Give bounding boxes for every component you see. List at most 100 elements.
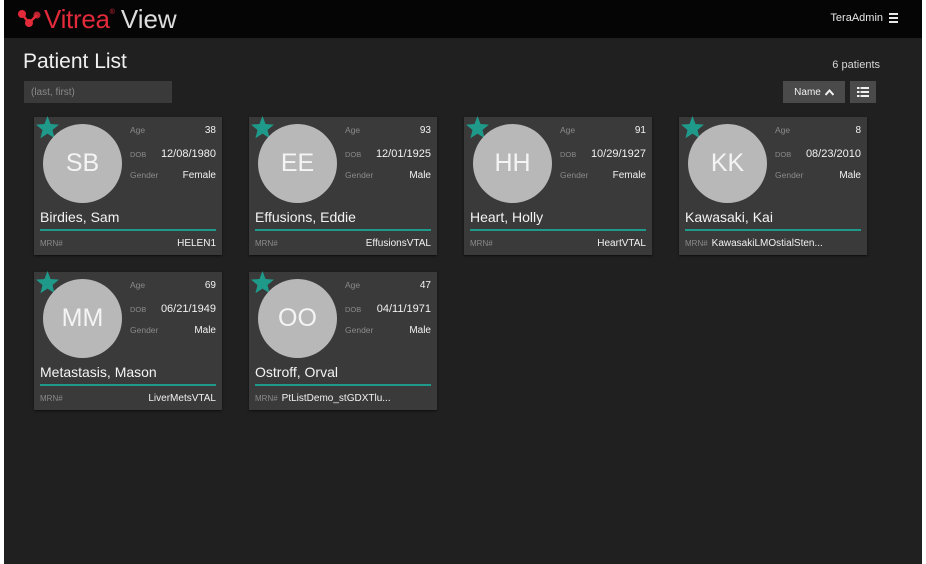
- mrn-label: MRN#: [470, 238, 493, 248]
- gender-value: Female: [612, 170, 646, 181]
- dob-value: 12/01/1925: [375, 148, 431, 160]
- patient-card[interactable]: KK Age 8 DOB 08/23/2010 Gender Male Kawasak…: [679, 116, 867, 255]
- age-label: Age: [560, 125, 576, 135]
- top-bar: Vitrea ® View TeraAdmin: [4, 0, 922, 38]
- logo-wordmark-secondary: View: [120, 3, 177, 34]
- patient-name: Effusions, Eddie: [255, 209, 356, 225]
- dob-label: DOB: [560, 150, 577, 159]
- dob-value: 12/08/1980: [160, 148, 216, 160]
- list-view-icon: [857, 87, 869, 97]
- app-window: Vitrea ® View TeraAdmin Patient List 6 p…: [4, 0, 922, 564]
- mrn-row: MRN# HeartVTAL: [470, 235, 646, 251]
- patient-count: 6 patients: [832, 59, 880, 71]
- vitrea-logo-mark-icon: [16, 6, 42, 32]
- gender-value: Male: [409, 325, 431, 336]
- dob-label: DOB: [130, 305, 147, 314]
- avatar: OO: [258, 279, 337, 358]
- gender-row: Gender Male: [345, 170, 431, 181]
- mrn-value: HeartVTAL: [597, 237, 646, 249]
- gender-row: Gender Male: [775, 170, 861, 181]
- gender-row: Gender Female: [560, 170, 646, 181]
- gender-label: Gender: [130, 325, 159, 335]
- name-divider: [255, 384, 431, 386]
- patient-card[interactable]: EE Age 93 DOB 12/01/1925 Gender Male Effusi…: [249, 116, 437, 255]
- patient-card[interactable]: OO Age 47 DOB 04/11/1971 Gender Male Ostrof…: [249, 271, 437, 410]
- age-row: Age 93: [345, 125, 431, 136]
- age-row: Age 38: [130, 125, 216, 136]
- gender-label: Gender: [560, 170, 589, 180]
- age-value: 93: [419, 125, 431, 136]
- mrn-label: MRN#: [255, 393, 278, 403]
- age-label: Age: [130, 280, 146, 290]
- age-row: Age 69: [130, 280, 216, 291]
- dob-label: DOB: [345, 150, 362, 159]
- age-label: Age: [345, 280, 361, 290]
- mrn-label: MRN#: [255, 238, 278, 248]
- name-divider: [255, 229, 431, 231]
- avatar: MM: [43, 279, 122, 358]
- age-row: Age 91: [560, 125, 646, 136]
- dob-value: 08/23/2010: [805, 148, 861, 160]
- mrn-label: MRN#: [40, 238, 63, 248]
- gender-row: Gender Female: [130, 170, 216, 181]
- name-divider: [685, 229, 861, 231]
- patient-name: Heart, Holly: [470, 209, 544, 225]
- gender-value: Male: [194, 325, 216, 336]
- gender-row: Gender Male: [345, 325, 431, 336]
- mrn-value: HELEN1: [177, 237, 216, 249]
- age-value: 38: [204, 125, 216, 136]
- dob-row: DOB 08/23/2010: [775, 148, 861, 160]
- sort-label: Name: [794, 86, 821, 98]
- sort-by-name-button[interactable]: Name: [783, 81, 845, 103]
- dob-label: DOB: [130, 150, 147, 159]
- gender-label: Gender: [130, 170, 159, 180]
- dob-value: 06/21/1949: [160, 303, 216, 315]
- avatar: KK: [688, 124, 767, 203]
- mrn-row: MRN# EffusionsVTAL: [255, 235, 431, 251]
- mrn-value: PtListDemo_stGDXTlu...: [281, 392, 391, 404]
- gender-value: Male: [409, 170, 431, 181]
- patient-card[interactable]: MM Age 69 DOB 06/21/1949 Gender Male Metast…: [34, 271, 222, 410]
- patient-name: Birdies, Sam: [40, 209, 120, 225]
- age-value: 8: [855, 125, 861, 136]
- gender-row: Gender Male: [130, 325, 216, 336]
- list-view-button[interactable]: [850, 81, 876, 103]
- avatar: EE: [258, 124, 337, 203]
- mrn-value: EffusionsVTAL: [365, 237, 431, 249]
- gender-value: Female: [182, 170, 216, 181]
- logo-trademark: ®: [109, 8, 115, 16]
- mrn-row: MRN# HELEN1: [40, 235, 216, 251]
- age-label: Age: [345, 125, 361, 135]
- chevron-up-icon: [824, 88, 834, 96]
- search-input[interactable]: [24, 81, 172, 103]
- dob-row: DOB 06/21/1949: [130, 303, 216, 315]
- name-divider: [40, 384, 216, 386]
- mrn-row: MRN# LiverMetsVTAL: [40, 390, 216, 406]
- dob-value: 10/29/1927: [590, 148, 646, 160]
- user-menu[interactable]: TeraAdmin: [830, 12, 898, 24]
- vitrea-logo: Vitrea ® View: [16, 4, 177, 34]
- dob-row: DOB 12/08/1980: [130, 148, 216, 160]
- gender-label: Gender: [345, 170, 374, 180]
- patient-name: Kawasaki, Kai: [685, 209, 773, 225]
- age-value: 91: [634, 125, 646, 136]
- dob-row: DOB 04/11/1971: [345, 303, 431, 315]
- mrn-label: MRN#: [685, 238, 708, 248]
- gender-value: Male: [839, 170, 861, 181]
- dob-row: DOB 10/29/1927: [560, 148, 646, 160]
- mrn-row: MRN# KawasakiLMOstialSten...: [685, 235, 861, 251]
- age-label: Age: [775, 125, 791, 135]
- mrn-value: KawasakiLMOstialSten...: [711, 237, 823, 249]
- hamburger-icon[interactable]: [889, 13, 898, 23]
- gender-label: Gender: [775, 170, 804, 180]
- logo-wordmark-primary: Vitrea: [44, 3, 110, 34]
- page-title: Patient List: [23, 50, 127, 73]
- mrn-label: MRN#: [40, 393, 63, 403]
- age-label: Age: [130, 125, 146, 135]
- name-divider: [40, 229, 216, 231]
- user-name: TeraAdmin: [830, 12, 883, 24]
- patient-card[interactable]: HH Age 91 DOB 10/29/1927 Gender Female Hear…: [464, 116, 652, 255]
- patient-card[interactable]: SB Age 38 DOB 12/08/1980 Gender Female Bird…: [34, 116, 222, 255]
- age-row: Age 8: [775, 125, 861, 136]
- age-value: 69: [204, 280, 216, 291]
